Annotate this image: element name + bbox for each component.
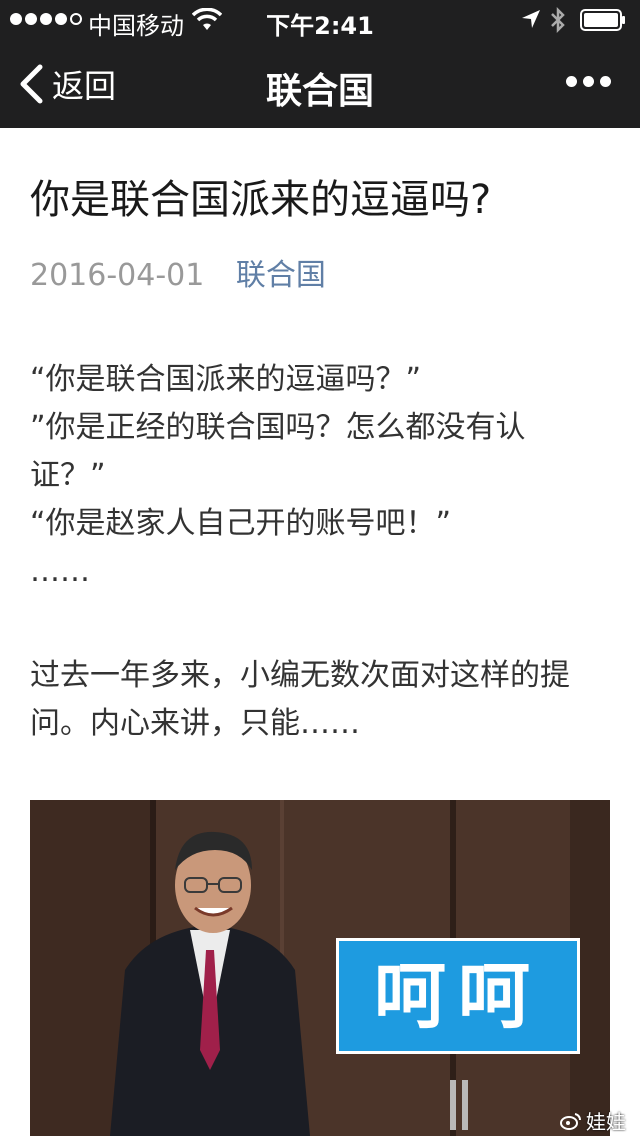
text-line: 问。内心来讲，只能…… (30, 706, 360, 741)
screen: 中国移动 下午2:41 返回 联合国 你是联合国派来的逗逼吗? 2016-04-… (0, 0, 640, 1136)
article-meta: 2016-04-01 联合国 (30, 256, 326, 296)
article-headline: 你是联合国派来的逗逼吗? (30, 177, 492, 223)
image-caption-box: 呵呵 (336, 938, 580, 1054)
text-line: …… (30, 554, 90, 589)
article-image[interactable]: 呵呵 (30, 800, 610, 1136)
status-time: 下午2:41 (266, 12, 374, 40)
publish-date: 2016-04-01 (30, 258, 205, 293)
nav-title: 联合国 (265, 71, 374, 112)
paragraph-2: 过去一年多来，小编无数次面对这样的提 问。内心来讲，只能…… (30, 652, 610, 748)
text-line: ”你是正经的联合国吗？怎么都没有认 (30, 410, 526, 445)
status-bar: 中国移动 下午2:41 (0, 0, 640, 40)
nav-bar: 返回 联合国 (0, 40, 640, 128)
battery-icon (580, 9, 625, 31)
weibo-icon (560, 1112, 582, 1130)
paragraph-1: “你是联合国派来的逗逼吗？” ”你是正经的联合国吗？怎么都没有认 证？” “你是… (30, 356, 610, 596)
top-bar: 中国移动 下午2:41 返回 联合国 (0, 0, 640, 128)
text-line: 过去一年多来，小编无数次面对这样的提 (30, 658, 570, 693)
text-line: 证？” (30, 458, 106, 493)
text-line: “你是赵家人自己开的账号吧！” (30, 506, 452, 541)
watermark-text: 娃娃 (586, 1110, 626, 1134)
weibo-watermark: 娃娃 (560, 1106, 626, 1135)
account-link[interactable]: 联合国 (236, 258, 326, 293)
bluetooth-icon (551, 6, 565, 34)
more-icon[interactable] (566, 76, 614, 92)
text-line: “你是联合国派来的逗逼吗？” (30, 362, 422, 397)
location-icon (522, 10, 540, 28)
